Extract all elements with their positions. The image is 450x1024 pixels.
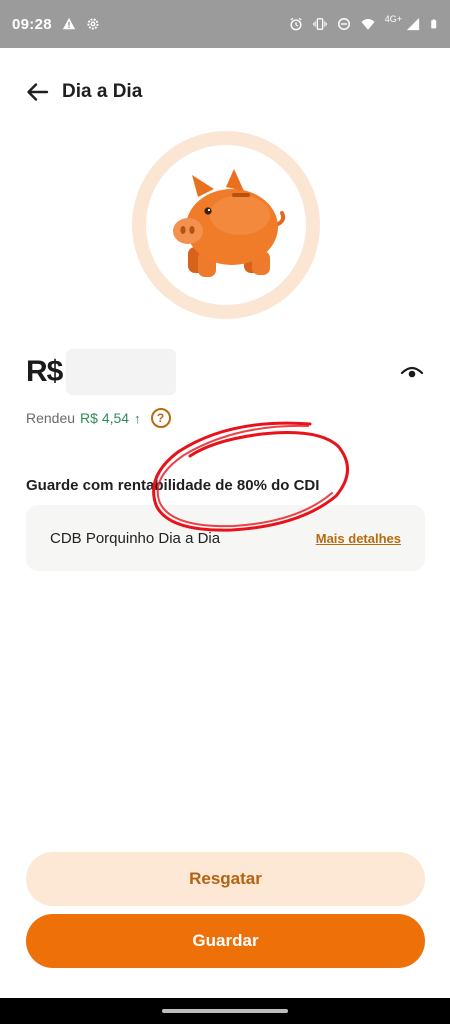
dnd-icon (337, 18, 350, 30)
eye-icon (400, 366, 424, 378)
balance-currency: R$ (26, 355, 63, 388)
yield-value: R$ 4,54 (80, 410, 130, 426)
product-name: CDB Porquinho Dia a Dia (50, 529, 221, 547)
piggy-bank-icon (173, 169, 286, 277)
yield-up-arrow-icon: ↑ (134, 410, 141, 426)
details-link[interactable]: Mais detalhes (316, 531, 401, 546)
product-card: CDB Porquinho Dia a Dia Mais detalhes (26, 505, 425, 571)
balance-row: R$ (26, 348, 426, 396)
alarm-icon (290, 17, 302, 31)
home-gesture-handle[interactable] (162, 1009, 288, 1013)
wifi-icon (361, 18, 375, 30)
save-money-button-label: Guardar (192, 931, 259, 950)
settings-icon (87, 18, 99, 30)
system-nav-bar (0, 998, 450, 1024)
back-button[interactable] (24, 78, 52, 106)
status-time: 09:28 (12, 15, 52, 33)
battery-icon (431, 19, 437, 29)
withdraw-button-label: Resgatar (189, 869, 262, 888)
page-title: Dia a Dia (62, 81, 143, 102)
vibrate-icon (312, 18, 327, 30)
yield-row: Rendeu R$ 4,54 ↑ ? (26, 407, 171, 429)
withdraw-button[interactable]: Resgatar (26, 852, 425, 906)
yield-label: Rendeu (26, 410, 76, 426)
warning-icon (62, 17, 75, 30)
signal-icon (406, 17, 420, 31)
arrow-left-icon (27, 83, 49, 101)
save-money-button[interactable]: Guardar (26, 914, 425, 968)
yield-help-button[interactable]: ? (150, 408, 171, 428)
status-bar: 09:28 4G+ (0, 0, 450, 48)
network-type-label: 4G+ (384, 14, 402, 24)
section-title: Guarde com rentabilidade de 80% do CDI (26, 477, 320, 494)
question-icon: ? (156, 411, 165, 425)
app-header: Dia a Dia (0, 70, 450, 114)
piggy-illustration-ring (132, 131, 320, 319)
balance-hidden-value (66, 349, 177, 395)
toggle-balance-visibility-button[interactable] (398, 358, 426, 386)
